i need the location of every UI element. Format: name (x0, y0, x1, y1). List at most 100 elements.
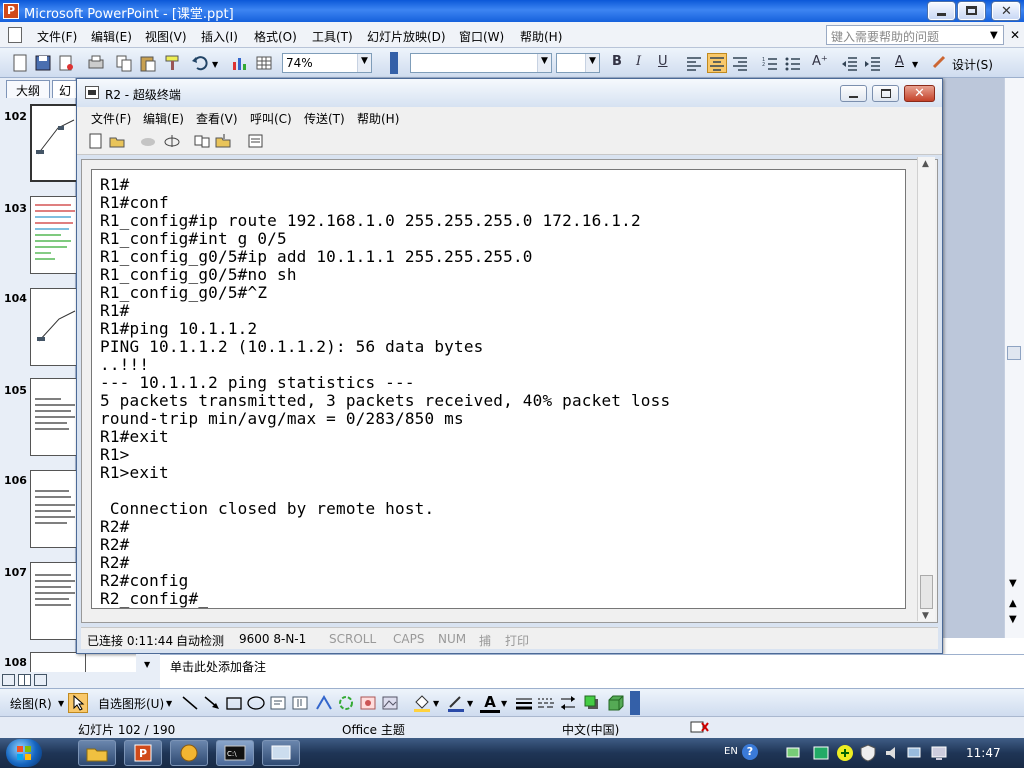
dash-style-icon[interactable] (536, 693, 556, 713)
normal-view-icon[interactable] (2, 674, 15, 686)
start-button[interactable] (6, 739, 42, 767)
line-style-icon[interactable] (514, 693, 534, 713)
hyperterminal-window[interactable]: R2 - 超级终端 ✕ 文件(F) 编辑(E) 查看(V) 呼叫(C) 传送(T… (76, 78, 943, 654)
font-color-icon[interactable]: A (895, 54, 904, 69)
tab-outline[interactable]: 大纲 (6, 80, 50, 98)
toolbar-options-icon[interactable] (630, 691, 640, 715)
zoom-select[interactable]: 74% ▼ (282, 53, 372, 73)
disconnect-icon[interactable] (163, 132, 181, 150)
terminal-menu-view[interactable]: 查看(V) (196, 110, 238, 127)
hyperterminal-title-bar[interactable]: R2 - 超级终端 ✕ (77, 79, 942, 107)
font-color-draw-dropdown-icon[interactable]: ▼ (501, 699, 507, 708)
new-connection-icon[interactable] (87, 132, 105, 150)
vertical-textbox-icon[interactable] (290, 693, 310, 713)
notes-splitter[interactable]: ▼ (136, 654, 160, 688)
menu-file[interactable]: 文件(F) (37, 28, 77, 45)
taskbar-remote[interactable] (262, 740, 300, 766)
font-select[interactable]: ▼ (410, 53, 552, 73)
open-icon[interactable] (109, 132, 127, 150)
undo-icon[interactable] (190, 53, 210, 73)
rectangle-icon[interactable] (224, 693, 244, 713)
menu-edit[interactable]: 编辑(E) (91, 28, 132, 45)
font-color-dropdown-icon[interactable]: ▼ (912, 60, 918, 69)
autoshapes-dropdown-icon[interactable]: ▼ (166, 699, 172, 708)
properties-icon[interactable] (247, 132, 265, 150)
tray-shield-icon[interactable] (860, 744, 876, 762)
clipart-icon[interactable] (358, 693, 378, 713)
notes-pane[interactable]: 单击此处添加备注 (160, 654, 1024, 688)
terminal-maximize-button[interactable] (872, 85, 899, 102)
line-color-dropdown-icon[interactable]: ▼ (467, 699, 473, 708)
fill-color-dropdown-icon[interactable]: ▼ (433, 699, 439, 708)
increase-font-icon[interactable]: A⁺ (812, 54, 828, 69)
font-dropdown-icon[interactable]: ▼ (537, 54, 551, 72)
slide-sorter-icon[interactable] (18, 674, 31, 686)
terminal-minimize-button[interactable] (840, 85, 867, 102)
table-icon[interactable] (254, 53, 274, 73)
tray-network-icon[interactable] (786, 745, 804, 761)
close-button[interactable]: ✕ (992, 2, 1020, 20)
new-icon[interactable] (10, 53, 30, 73)
tray-computer-icon[interactable] (930, 744, 948, 762)
print-icon[interactable] (86, 53, 106, 73)
slideshow-icon[interactable] (34, 674, 47, 686)
help-dropdown-icon[interactable]: ▼ (990, 30, 998, 41)
decrease-indent-icon[interactable] (840, 53, 860, 73)
chevron-down-icon[interactable]: ▼ (144, 660, 150, 669)
language-indicator[interactable]: EN (724, 746, 738, 757)
font-color-draw-icon[interactable]: A (480, 693, 500, 713)
font-size-dropdown-icon[interactable]: ▼ (585, 54, 599, 72)
paste-icon[interactable] (138, 53, 158, 73)
save-icon[interactable] (33, 53, 53, 73)
shadow-style-icon[interactable] (582, 693, 602, 713)
draw-menu[interactable]: 绘图(R) (10, 695, 52, 712)
3d-style-icon[interactable] (606, 693, 626, 713)
terminal-close-button[interactable]: ✕ (904, 85, 935, 102)
close-doc-icon[interactable]: ✕ (1010, 28, 1020, 42)
diagram-icon[interactable] (336, 693, 356, 713)
permission-icon[interactable] (56, 53, 76, 73)
menu-slideshow[interactable]: 幻灯片放映(D) (367, 28, 446, 45)
taskbar-explorer[interactable] (78, 740, 116, 766)
align-left-icon[interactable] (684, 53, 704, 73)
italic-icon[interactable]: I (636, 54, 641, 69)
taskbar-powerpoint[interactable]: P (124, 740, 162, 766)
taskbar-app[interactable] (170, 740, 208, 766)
design-button[interactable]: 设计(S) (952, 56, 993, 73)
next-slide-icon[interactable]: ▼ (1009, 614, 1017, 625)
terminal-menu-transfer[interactable]: 传送(T) (304, 110, 345, 127)
chart-icon[interactable] (230, 53, 250, 73)
tray-status-icon[interactable] (812, 745, 830, 761)
taskbar-terminal[interactable]: C:\ (216, 740, 254, 766)
terminal-menu-call[interactable]: 呼叫(C) (250, 110, 292, 127)
call-icon[interactable] (139, 132, 157, 150)
design-icon[interactable] (932, 55, 946, 69)
menu-window[interactable]: 窗口(W) (459, 28, 504, 45)
undo-dropdown-icon[interactable]: ▼ (212, 60, 218, 69)
wordart-icon[interactable] (314, 693, 334, 713)
font-size-select[interactable]: ▼ (556, 53, 600, 73)
bullets-icon[interactable] (783, 53, 803, 73)
menu-view[interactable]: 视图(V) (145, 28, 187, 45)
previous-slide-icon[interactable]: ▲ (1009, 598, 1017, 609)
menu-help[interactable]: 帮助(H) (520, 28, 562, 45)
format-painter-icon[interactable] (162, 53, 182, 73)
tray-green-icon[interactable] (836, 744, 854, 762)
toolbar-grip[interactable] (390, 52, 398, 74)
terminal-menu-file[interactable]: 文件(F) (91, 110, 131, 127)
scroll-up-icon[interactable]: ▲ (922, 159, 929, 169)
scroll-down-icon[interactable]: ▼ (922, 611, 929, 621)
powerpoint-title-bar[interactable]: P Microsoft PowerPoint - [课堂.ppt] ✕ (0, 0, 1024, 22)
scroll-down-icon[interactable]: ▼ (1009, 578, 1017, 589)
spelling-icon[interactable] (690, 720, 710, 734)
fill-color-icon[interactable] (412, 693, 432, 713)
underline-icon[interactable]: U (658, 54, 668, 69)
minimize-button[interactable] (928, 2, 955, 20)
textbox-icon[interactable] (268, 693, 288, 713)
send-icon[interactable] (193, 132, 211, 150)
terminal-menu-help[interactable]: 帮助(H) (357, 110, 399, 127)
terminal-menu-edit[interactable]: 编辑(E) (143, 110, 184, 127)
terminal-screen[interactable]: R1# R1#conf R1_config#ip route 192.168.1.0… (91, 169, 906, 609)
slide-vertical-scrollbar[interactable]: ▼ ▲ ▼ (1004, 78, 1024, 638)
help-icon[interactable]: ? (742, 744, 758, 760)
